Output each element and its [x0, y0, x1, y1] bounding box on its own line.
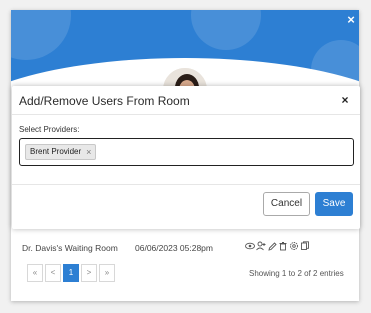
page-current-button[interactable]: 1 [63, 264, 79, 282]
table-row: Dr. Davis's Waiting Room 06/06/2023 05:2… [11, 237, 359, 259]
delete-icon[interactable] [278, 240, 288, 252]
page-frame: × Dr. Davis's Waiting Room 06/06/2023 05… [0, 0, 371, 313]
cancel-button[interactable]: Cancel [263, 192, 310, 216]
modal-close-icon[interactable]: × [336, 92, 354, 108]
edit-icon[interactable] [267, 240, 277, 252]
row-actions [245, 240, 310, 252]
modal-header-divider [12, 114, 360, 115]
page-prev-button[interactable]: < [45, 264, 61, 282]
view-icon[interactable] [245, 240, 255, 252]
header-close-icon[interactable]: × [344, 13, 358, 27]
page-first-button[interactable]: « [27, 264, 43, 282]
modal-title: Add/Remove Users From Room [19, 94, 190, 108]
providers-select[interactable]: Brent Provider × [19, 138, 354, 166]
room-date: 06/06/2023 05:28pm [135, 243, 213, 253]
add-remove-users-modal: Add/Remove Users From Room × Select Prov… [12, 86, 360, 229]
page-last-button[interactable]: » [99, 264, 115, 282]
modal-footer-divider [12, 184, 360, 185]
add-user-icon[interactable] [256, 240, 266, 252]
room-name: Dr. Davis's Waiting Room [22, 243, 118, 253]
chip-remove-icon[interactable]: × [86, 145, 91, 159]
entries-count: Showing 1 to 2 of 2 entries [249, 269, 344, 278]
page-next-button[interactable]: > [81, 264, 97, 282]
provider-chip-label: Brent Provider [30, 147, 82, 156]
pagination: « < 1 > » [27, 264, 115, 282]
save-button[interactable]: Save [315, 192, 353, 216]
select-providers-label: Select Providers: [19, 125, 80, 134]
copy-icon[interactable] [300, 240, 310, 252]
provider-chip: Brent Provider × [25, 144, 97, 160]
settings-icon[interactable] [289, 240, 299, 252]
